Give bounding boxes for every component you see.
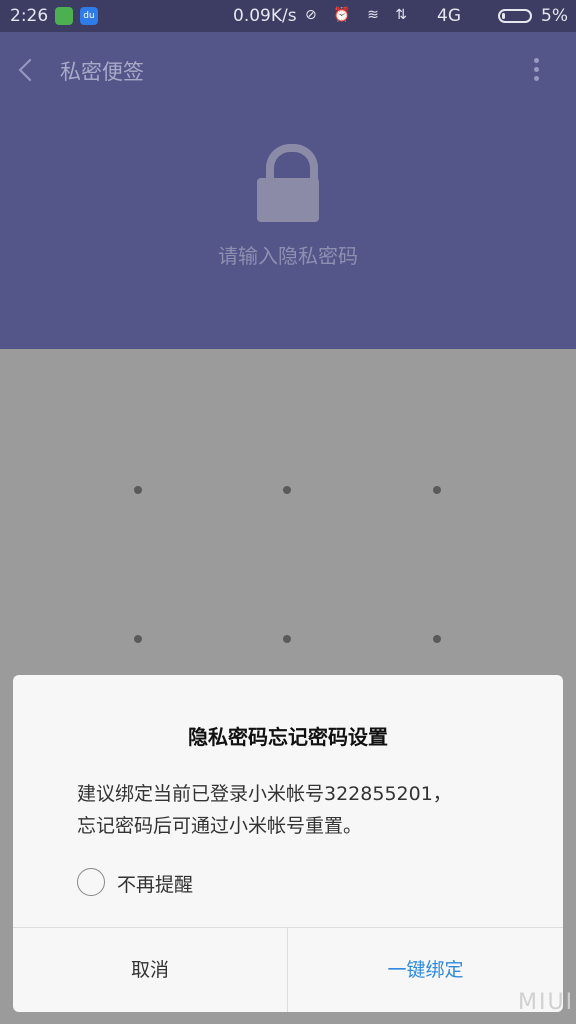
dont-remind-label: 不再提醒	[117, 874, 194, 896]
baidu-notification-icon: du	[80, 7, 98, 25]
network-speed: 0.09K/s	[233, 6, 297, 26]
page-title: 私密便签	[60, 60, 144, 84]
app-notification-icon	[55, 7, 73, 25]
back-icon[interactable]	[18, 58, 42, 82]
cancel-button[interactable]: 取消	[13, 928, 288, 1012]
battery-icon	[498, 9, 532, 23]
dialog-message: 建议绑定当前已登录小米帐号322855201， 忘记密码后可通过小米帐号重置。	[77, 778, 537, 842]
network-type: 4G	[437, 6, 461, 26]
password-prompt: 请输入隐私密码	[218, 244, 358, 268]
dialog-button-bar: 取消 一键绑定	[13, 927, 563, 1012]
pattern-dot[interactable]	[134, 486, 142, 494]
dialog-message-line1: 建议绑定当前已登录小米帐号322855201，	[77, 783, 452, 805]
radio-circle-icon[interactable]	[77, 868, 105, 896]
dialog-title: 隐私密码忘记密码设置	[188, 725, 388, 749]
pattern-dot[interactable]	[283, 635, 291, 643]
dialog-message-line2: 忘记密码后可通过小米帐号重置。	[77, 815, 363, 837]
forgot-password-dialog: 隐私密码忘记密码设置 建议绑定当前已登录小米帐号322855201， 忘记密码后…	[13, 675, 563, 1012]
miui-watermark: MIUI	[518, 990, 575, 1015]
status-time: 2:26	[10, 6, 49, 26]
more-menu-icon[interactable]	[534, 58, 540, 84]
pattern-dot[interactable]	[134, 635, 142, 643]
pattern-dot[interactable]	[283, 486, 291, 494]
header: 私密便签 请输入隐私密码	[0, 32, 576, 349]
status-bar: 2:26 du 0.09K/s ⊘ ⏰ ≋ ⇅ 4G 5%	[0, 0, 576, 32]
battery-percent: 5%	[541, 6, 568, 26]
pattern-dot[interactable]	[433, 635, 441, 643]
lock-icon	[257, 144, 319, 222]
pattern-dot[interactable]	[433, 486, 441, 494]
status-icons: ⊘ ⏰ ≋ ⇅	[305, 7, 413, 23]
